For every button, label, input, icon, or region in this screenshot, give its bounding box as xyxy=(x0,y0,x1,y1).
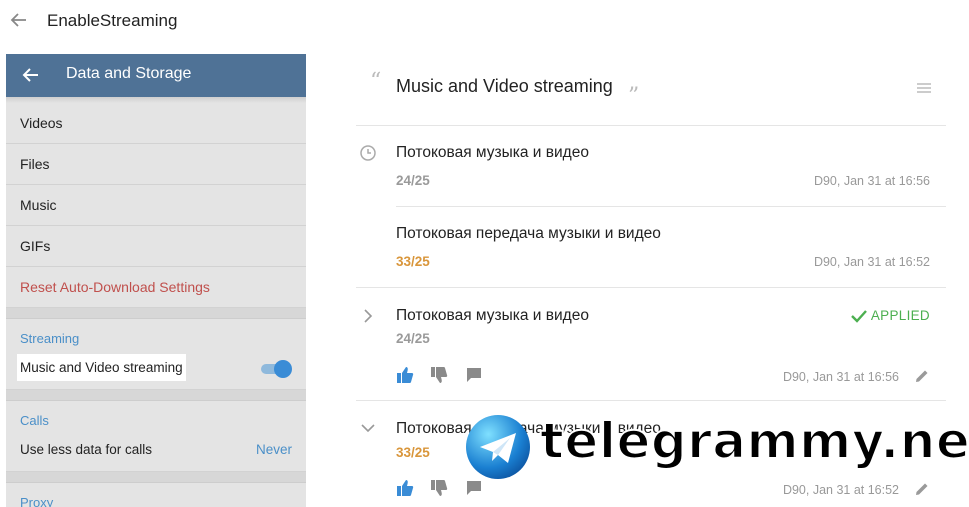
paper-plane-icon xyxy=(480,433,516,463)
calls-setting-value: Never xyxy=(255,442,292,457)
comment-icon[interactable] xyxy=(465,366,483,384)
setting-files[interactable]: Files xyxy=(6,144,306,185)
section-divider xyxy=(6,308,306,319)
char-count: 24/25 xyxy=(396,331,430,346)
suggestion-text: Потоковая передача музыки и видео xyxy=(396,225,661,242)
section-divider xyxy=(6,390,306,401)
suggestion-meta: D90, Jan 31 at 16:56 xyxy=(813,174,930,188)
chevron-down-icon[interactable] xyxy=(359,419,377,437)
applied-badge: APPLIED xyxy=(851,308,930,324)
source-string: Music and Video streaming xyxy=(396,76,613,96)
suggestion-item[interactable]: Потоковая передача музыки и видео 33/25 … xyxy=(356,207,946,288)
back-arrow-icon[interactable] xyxy=(22,66,40,84)
clock-icon xyxy=(360,145,376,161)
char-count: 33/25 xyxy=(396,254,430,269)
back-arrow-icon[interactable] xyxy=(9,10,29,30)
chevron-right-icon[interactable] xyxy=(359,307,377,325)
streaming-section-title: Streaming xyxy=(20,331,80,346)
suggestion-meta: D90, Jan 31 at 16:52 xyxy=(813,255,930,269)
applied-label: APPLIED xyxy=(870,308,930,323)
pencil-icon[interactable] xyxy=(914,368,930,384)
thumbs-down-icon[interactable] xyxy=(430,366,448,384)
watermark-text: telegrammy.net xyxy=(539,411,969,471)
calls-section-title: Calls xyxy=(20,413,49,428)
calls-setting-row[interactable]: Use less data for calls Never xyxy=(6,431,306,472)
window-title: EnableStreaming xyxy=(47,11,178,30)
suggestion-item-applied[interactable]: Потоковая музыка и видео APPLIED 24/25 D… xyxy=(356,288,946,401)
vote-actions xyxy=(396,366,495,386)
phone-header: Data and Storage xyxy=(6,54,306,97)
toggle-knob xyxy=(274,360,292,378)
proxy-section-title: Proxy xyxy=(20,495,54,507)
section-divider xyxy=(6,472,306,483)
suggestion-text: Потоковая музыка и видео xyxy=(396,307,589,324)
suggestion-meta: D90, Jan 31 at 16:56 xyxy=(782,370,899,384)
open-quote-icon: “ xyxy=(370,69,382,94)
suggestion-text: Потоковая музыка и видео xyxy=(396,144,589,161)
thumbs-up-icon[interactable] xyxy=(396,366,414,384)
char-count: 24/25 xyxy=(396,173,430,188)
calls-setting-label: Use less data for calls xyxy=(20,442,153,457)
telegram-logo-icon xyxy=(466,415,530,479)
setting-music[interactable]: Music xyxy=(6,185,306,226)
suggestion-meta: D90, Jan 31 at 16:52 xyxy=(782,483,899,497)
thumbs-up-icon[interactable] xyxy=(396,479,414,497)
suggestion-item[interactable]: Потоковая музыка и видео 24/25 D90, Jan … xyxy=(356,126,946,207)
phone-header-title: Data and Storage xyxy=(66,65,192,82)
top-bar: EnableStreaming xyxy=(0,0,969,44)
reset-auto-download-button[interactable]: Reset Auto-Download Settings xyxy=(6,267,306,308)
streaming-toggle[interactable] xyxy=(259,360,292,378)
setting-videos[interactable]: Videos xyxy=(6,103,306,144)
phone-screenshot: Data and Storage Videos Files Music GIFs… xyxy=(6,54,306,507)
thumbs-down-icon[interactable] xyxy=(430,479,448,497)
streaming-setting-row[interactable]: Music and Video streaming xyxy=(6,349,306,390)
streaming-setting-label: Music and Video streaming xyxy=(17,354,186,381)
close-quote-icon: ” xyxy=(628,84,640,109)
setting-gifs[interactable]: GIFs xyxy=(6,226,306,267)
menu-lines-icon[interactable] xyxy=(916,82,932,94)
watermark: telegrammy.net xyxy=(466,411,969,485)
check-icon xyxy=(851,310,867,324)
char-count: 33/25 xyxy=(396,445,430,460)
